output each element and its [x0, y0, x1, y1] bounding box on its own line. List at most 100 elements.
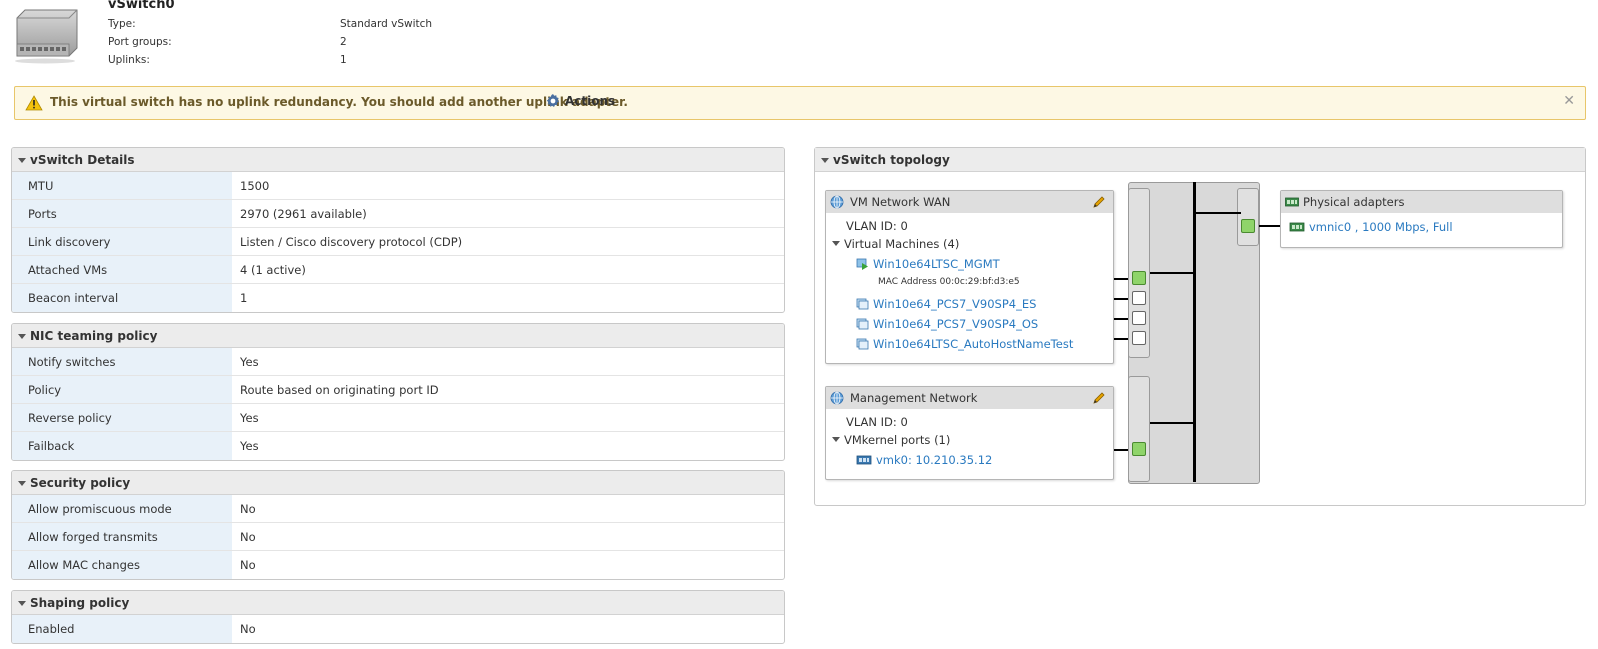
chevron-down-icon	[18, 601, 26, 606]
property-value: Yes	[240, 355, 259, 369]
physical-adapters-box: Physical adapters vmnic0 , 1000 Mbps, Fu…	[1280, 190, 1563, 248]
uplink-port-icon	[1241, 219, 1255, 233]
physical-adapters-title: Physical adapters	[1303, 195, 1405, 209]
physical-adapter-item: vmnic0 , 1000 Mbps, Full	[1289, 220, 1453, 234]
property-key: MTU	[12, 172, 232, 199]
property-value: Yes	[240, 439, 259, 453]
vm-icon	[856, 338, 869, 350]
vmkernel-ports-toggle[interactable]: VMkernel ports (1)	[832, 433, 950, 447]
shaping-policy-header[interactable]: Shaping policy	[12, 591, 784, 615]
chevron-down-icon	[18, 481, 26, 486]
property-key: Link discovery	[12, 228, 232, 255]
pencil-icon[interactable]	[1091, 194, 1107, 210]
property-value: Listen / Cisco discovery protocol (CDP)	[240, 235, 463, 249]
type-label: Type:	[108, 18, 136, 30]
port-group-vm-network-wan: VM Network WAN VLAN ID: 0 Virtual Machin…	[825, 190, 1114, 364]
vm-item: Win10e64_PCS7_V90SP4_OS	[856, 317, 1038, 331]
connector-line	[1195, 212, 1241, 214]
security-policy-header[interactable]: Security policy	[12, 471, 784, 495]
shaping-policy-panel: Shaping policy Enabled No	[11, 590, 785, 644]
inactive-port-icon	[1132, 331, 1146, 345]
property-row: Policy Route based on originating port I…	[12, 376, 784, 404]
switch-icon	[15, 9, 78, 64]
property-key: Policy	[12, 376, 232, 403]
active-port-icon	[1132, 442, 1146, 456]
property-key: Beacon interval	[12, 284, 232, 312]
property-key: Notify switches	[12, 348, 232, 375]
port-group-name: VM Network WAN	[850, 195, 951, 209]
gear-icon	[546, 94, 559, 107]
chevron-down-icon	[832, 241, 840, 246]
property-row: Notify switches Yes	[12, 348, 784, 376]
vswitch-topology-title: vSwitch topology	[833, 153, 950, 167]
nic-card-icon	[1289, 222, 1305, 232]
chevron-down-icon	[18, 158, 26, 163]
vmkernel-nic-icon	[856, 455, 872, 465]
vmkernel-link[interactable]: vmk0: 10.210.35.12	[876, 453, 992, 467]
property-value: No	[240, 622, 256, 636]
property-row: Ports 2970 (2961 available)	[12, 200, 784, 228]
property-row: Link discovery Listen / Cisco discovery …	[12, 228, 784, 256]
vm-link[interactable]: Win10e64LTSC_MGMT	[873, 257, 1000, 271]
warning-icon	[25, 95, 43, 111]
property-value: No	[240, 502, 256, 516]
property-value: 1500	[240, 179, 270, 193]
vm-item: Win10e64_PCS7_V90SP4_ES	[856, 297, 1036, 311]
property-key: Ports	[12, 200, 232, 227]
property-row: Enabled No	[12, 615, 784, 643]
connector-line	[1150, 422, 1195, 424]
actions-button[interactable]: Actions	[545, 93, 615, 109]
type-value: Standard vSwitch	[340, 18, 433, 30]
property-value: No	[240, 558, 256, 572]
switch-header: vSwitch0 Type: Standard vSwitch Port gro…	[0, 0, 1598, 80]
property-row: Allow MAC changes No	[12, 551, 784, 579]
nic-teaming-panel: NIC teaming policy Notify switches Yes P…	[11, 323, 785, 461]
property-row: Reverse policy Yes	[12, 404, 784, 432]
vm-link[interactable]: Win10e64_PCS7_V90SP4_ES	[873, 297, 1036, 311]
network-globe-icon	[830, 195, 844, 209]
chevron-down-icon	[832, 437, 840, 442]
vlan-id: VLAN ID: 0	[846, 415, 908, 429]
mac-address: MAC Address 00:0c:29:bf:d3:e5	[878, 277, 1020, 287]
port-group-bus	[1128, 376, 1150, 482]
active-port-icon	[1132, 271, 1146, 285]
security-policy-panel: Security policy Allow promiscuous mode N…	[11, 470, 785, 580]
property-key: Allow MAC changes	[12, 551, 232, 579]
inactive-port-icon	[1132, 311, 1146, 325]
network-globe-icon	[830, 391, 844, 405]
chevron-down-icon	[821, 158, 829, 163]
security-policy-title: Security policy	[30, 476, 131, 490]
nic-card-icon	[1285, 197, 1299, 207]
warning-text: This virtual switch has no uplink redund…	[50, 95, 628, 109]
vm-link[interactable]: Win10e64_PCS7_V90SP4_OS	[873, 317, 1038, 331]
vm-item: Win10e64LTSC_MGMT	[856, 257, 1000, 271]
chevron-down-icon	[18, 334, 26, 339]
vm-powered-on-icon	[856, 258, 868, 270]
actions-label: Actions	[565, 94, 616, 108]
nic-teaming-title: NIC teaming policy	[30, 329, 158, 343]
close-icon[interactable]: ✕	[1563, 93, 1575, 109]
port-group-name: Management Network	[850, 391, 978, 405]
pencil-icon[interactable]	[1091, 390, 1107, 406]
virtual-machines-toggle[interactable]: Virtual Machines (4)	[832, 237, 959, 251]
physical-adapter-link[interactable]: vmnic0 , 1000 Mbps, Full	[1309, 220, 1453, 234]
vswitch-topology-header[interactable]: vSwitch topology	[815, 148, 1585, 172]
property-value: No	[240, 530, 256, 544]
vm-link[interactable]: Win10e64LTSC_AutoHostNameTest	[873, 337, 1073, 351]
property-key: Attached VMs	[12, 256, 232, 283]
vswitch-details-header[interactable]: vSwitch Details	[12, 148, 784, 172]
vm-item: Win10e64LTSC_AutoHostNameTest	[856, 337, 1073, 351]
property-row: Allow promiscuous mode No	[12, 495, 784, 523]
property-row: Allow forged transmits No	[12, 523, 784, 551]
property-value: Route based on originating port ID	[240, 383, 439, 397]
vswitch-details-title: vSwitch Details	[30, 153, 135, 167]
vswitch-details-panel: vSwitch Details MTU 1500 Ports 2970 (296…	[11, 147, 785, 313]
vmkernel-item: vmk0: 10.210.35.12	[856, 453, 992, 467]
property-row: Attached VMs 4 (1 active)	[12, 256, 784, 284]
shaping-policy-title: Shaping policy	[30, 596, 130, 610]
vm-icon	[856, 318, 869, 330]
nic-teaming-header[interactable]: NIC teaming policy	[12, 324, 784, 348]
property-row: MTU 1500	[12, 172, 784, 200]
vmkernel-ports-label: VMkernel ports (1)	[844, 433, 951, 447]
warning-banner: This virtual switch has no uplink redund…	[14, 86, 1586, 120]
